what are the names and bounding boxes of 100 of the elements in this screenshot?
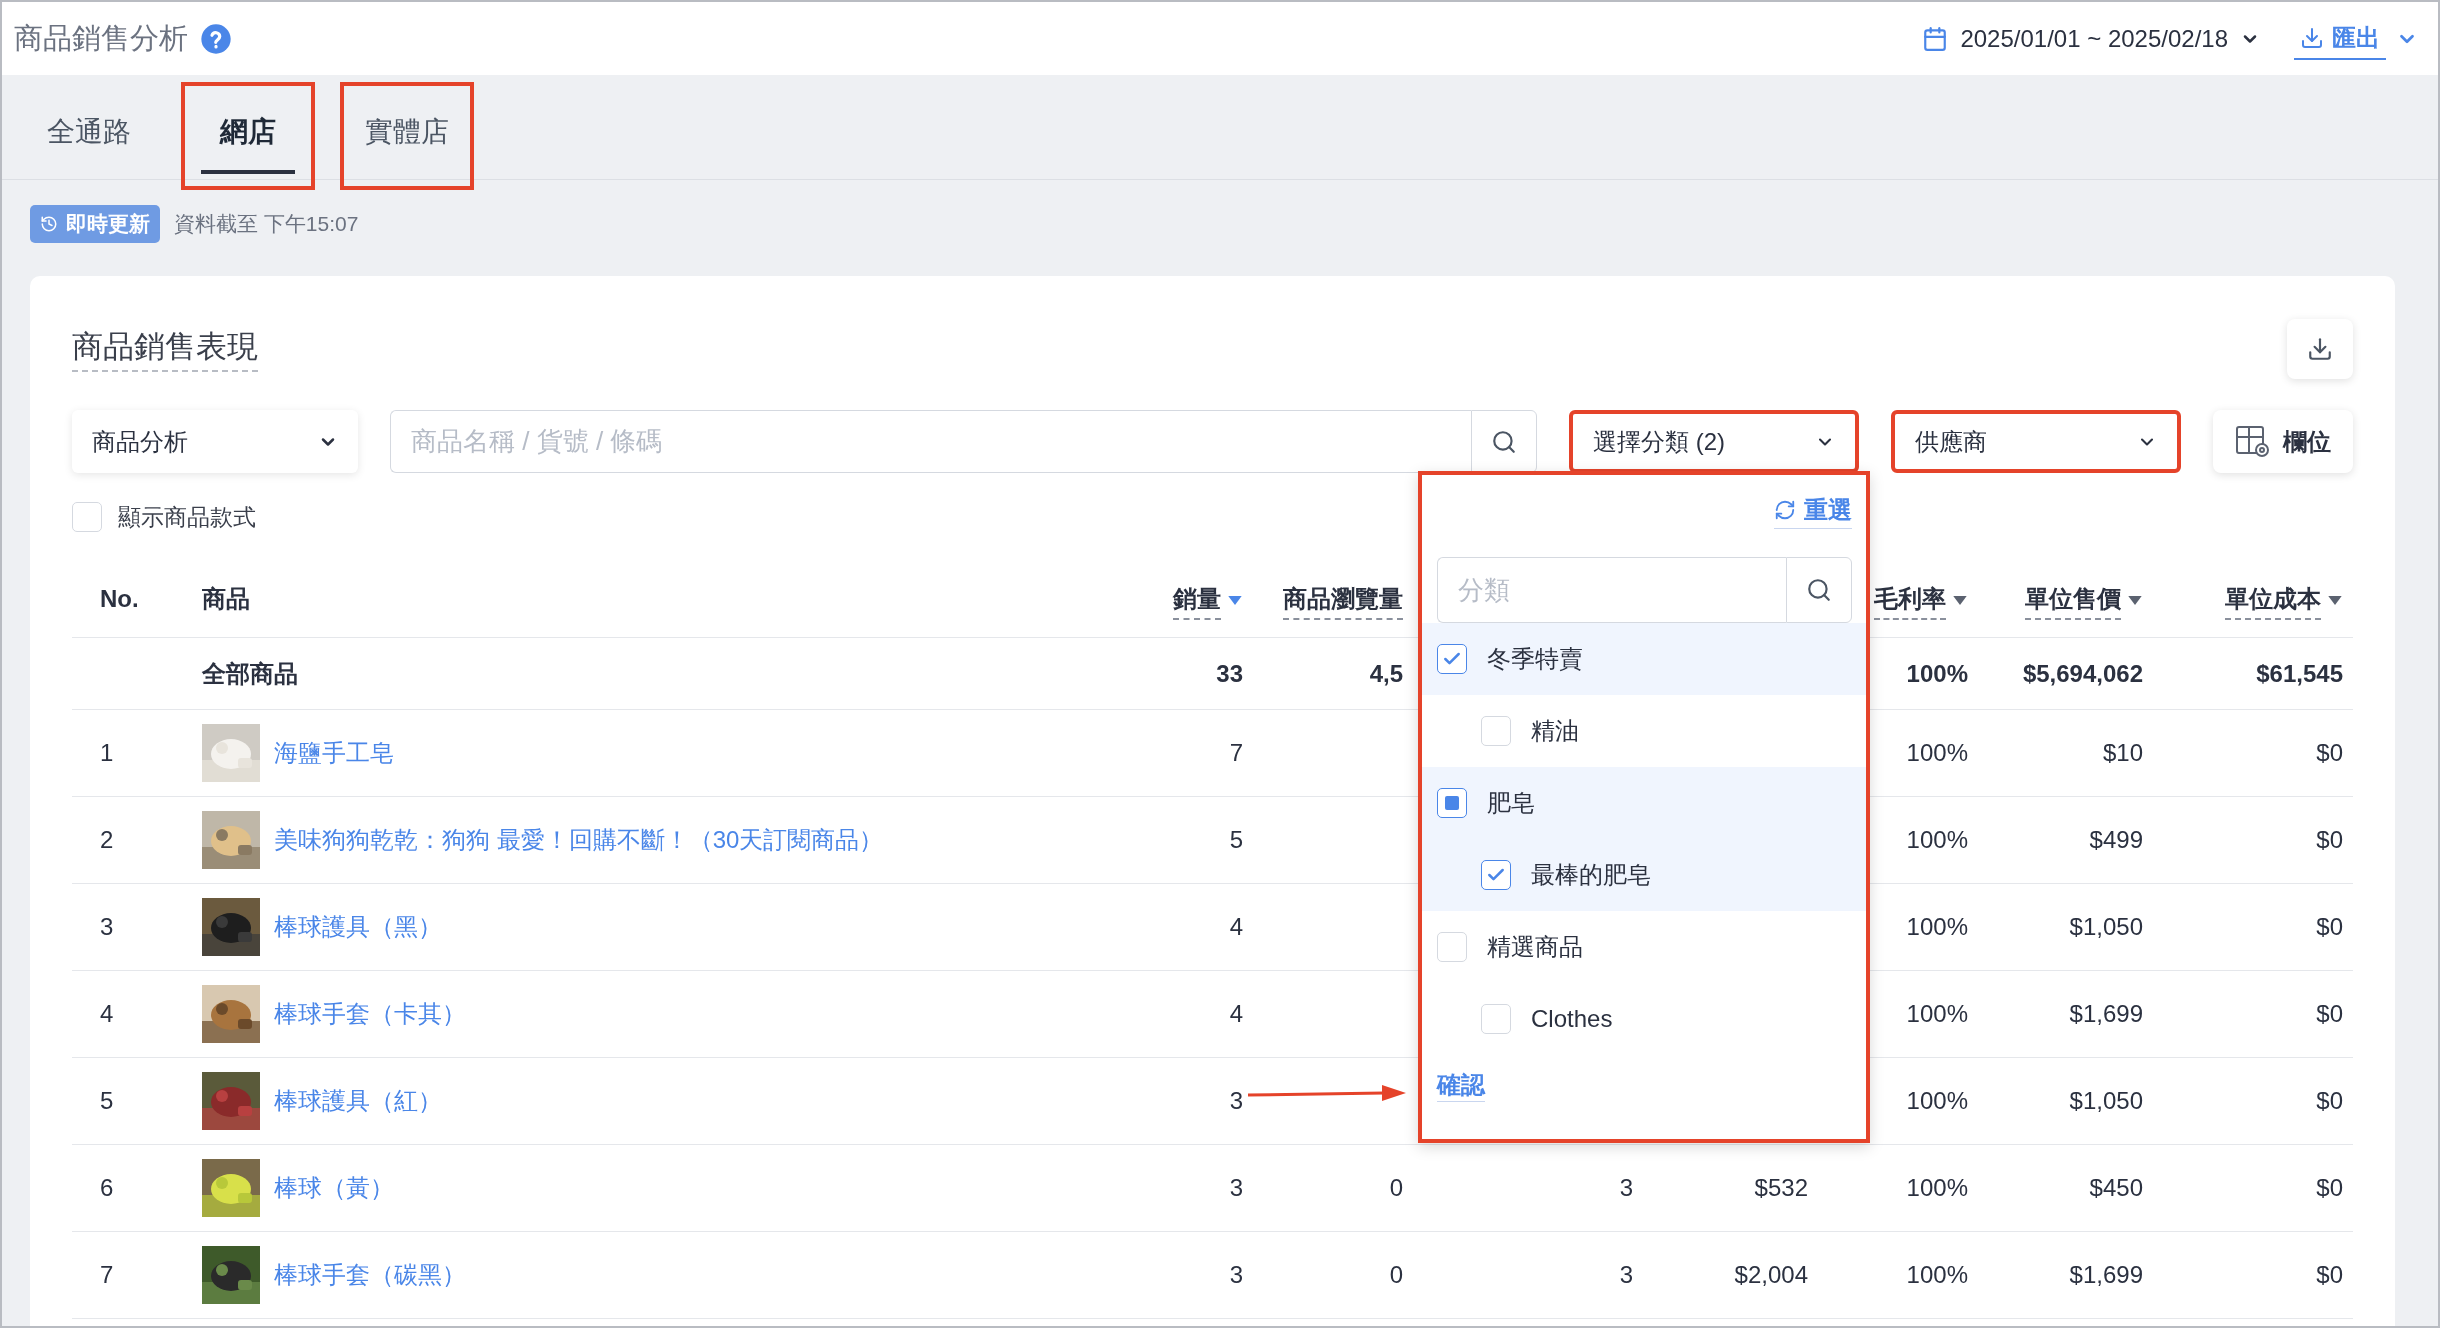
checkbox[interactable] [1437,788,1467,818]
category-option[interactable]: 精油 [1422,695,1866,767]
column-header[interactable]: 單位成本 [2225,582,2321,620]
sort-caret-icon[interactable] [1227,595,1243,607]
table-cell: 0 [1389,1261,1403,1289]
category-option[interactable]: Clothes [1422,983,1866,1055]
table-cell: 3 [1619,1261,1633,1289]
table-cell: 5 [1229,826,1243,854]
analysis-select[interactable]: 商品分析 [72,410,358,473]
table-cell: 5 [100,1087,114,1115]
search-field[interactable]: 商品名稱 / 貨號 / 條碼 [390,410,1471,473]
search-icon [1491,428,1517,455]
checkbox[interactable] [1481,860,1511,890]
category-label: 肥皂 [1487,788,1535,818]
filter-select[interactable]: 選擇分類 (2) [1569,410,1859,473]
column-header: No. [100,584,139,614]
column-header[interactable]: 毛利率 [1874,582,1946,620]
category-option[interactable]: 最棒的肥皂 [1422,839,1866,911]
page-title: 商品銷售分析 [14,20,188,56]
table-cell: $10 [2102,739,2143,767]
category-option[interactable]: 肥皂 [1422,767,1866,839]
filter-select[interactable]: 供應商 [1891,410,2181,473]
table-cell: $5,694,062 [2022,659,2143,688]
table-cell: 100% [1906,739,1968,767]
column-header: 商品 [202,583,250,614]
table-cell: 100% [1906,659,1968,688]
table-cell: $1,050 [2069,1087,2143,1115]
download-button[interactable] [2287,319,2353,379]
category-label: 精選商品 [1487,932,1583,962]
table-cell: 0 [1389,1174,1403,1202]
table-cell: 3 [1229,1261,1243,1289]
table-cell: $0 [2316,1174,2343,1202]
table-cell: 100% [1906,1087,1968,1115]
table-cell: 2 [100,826,114,854]
category-option[interactable]: 冬季特賣 [1422,623,1866,695]
table-cell: $1,699 [2069,1261,2143,1289]
live-update-badge: 即時更新 [30,205,160,243]
table-cell: 4 [1229,913,1243,941]
columns-button[interactable]: 欄位 [2213,410,2353,473]
search-button[interactable] [1471,410,1537,473]
tab[interactable]: 全通路 [24,84,154,188]
category-search-field[interactable]: 分類 [1437,557,1786,623]
table-cell: $2,004 [1734,1261,1808,1289]
table-cell: $1,050 [2069,913,2143,941]
export-button[interactable]: 匯出 [2294,17,2386,60]
table-cell: 100% [1906,1174,1968,1202]
table-cell: 3 [1619,1174,1633,1202]
tab[interactable]: 網店 [183,84,313,188]
table-cell: 6 [100,1174,114,1202]
product-link[interactable]: 棒球手套（碳黑） [274,1259,466,1291]
product-link[interactable]: 海鹽手工皂 [274,737,394,769]
sort-caret-icon[interactable] [2327,595,2343,607]
category-label: Clothes [1531,1005,1613,1033]
table-cell: 3 [1229,1087,1243,1115]
refresh-icon [1774,498,1796,521]
category-label: 最棒的肥皂 [1531,860,1651,890]
category-label: 冬季特賣 [1487,644,1583,674]
product-link[interactable]: 棒球（黃） [274,1172,394,1204]
table-cell: $532 [1754,1174,1808,1202]
date-range-picker[interactable]: 2025/01/01 ~ 2025/02/18 [1916,20,2266,57]
search-button[interactable] [1786,557,1852,623]
table-cell: 100% [1906,826,1968,854]
table-cell: $0 [2316,913,2343,941]
table-cell: $1,699 [2069,1000,2143,1028]
help-icon[interactable] [200,22,232,55]
table-cell: 7 [100,1261,114,1289]
product-link[interactable]: 美味狗狗乾乾：狗狗 最愛！回購不斷！（30天訂閱商品） [274,824,884,856]
table-cell: $450 [2089,1174,2143,1202]
table-cell: 1 [100,739,114,767]
column-header: 商品瀏覽量 [1283,582,1403,620]
product-link[interactable]: 棒球手套（卡其） [274,998,466,1030]
confirm-link[interactable]: 確認 [1437,1069,1485,1102]
table-cell: 4,5 [1369,659,1403,688]
tab[interactable]: 實體店 [342,84,472,188]
sort-caret-icon[interactable] [2127,595,2143,607]
table-cell-text: 全部商品 [202,658,298,689]
table-cell: $0 [2316,1087,2343,1115]
checkbox[interactable] [1437,644,1467,674]
column-header[interactable]: 銷量 [1173,582,1221,620]
checkbox-label: 顯示商品款式 [118,502,256,532]
table-cell: 4 [100,1000,114,1028]
table-cell: 3 [1229,1174,1243,1202]
table-cell: 100% [1906,913,1968,941]
category-option[interactable]: 精選商品 [1422,911,1866,983]
table-cell: 3 [100,913,114,941]
table-cell: 100% [1906,1000,1968,1028]
clock-icon [40,215,58,233]
table-cell: $499 [2089,826,2143,854]
table-cell: 4 [1229,1000,1243,1028]
table-cell: $0 [2316,739,2343,767]
search-icon [1806,577,1832,603]
product-link[interactable]: 棒球護具（紅） [274,1085,442,1117]
column-header[interactable]: 單位售價 [2025,582,2121,620]
table-cell: 7 [1229,739,1243,767]
calendar-icon [1922,25,1949,52]
sort-caret-icon[interactable] [1952,595,1968,607]
download-icon [2307,336,2333,362]
product-link[interactable]: 棒球護具（黑） [274,911,442,943]
reset-link[interactable]: 重選 [1774,491,1852,529]
table-cell: $61,545 [2256,659,2343,688]
